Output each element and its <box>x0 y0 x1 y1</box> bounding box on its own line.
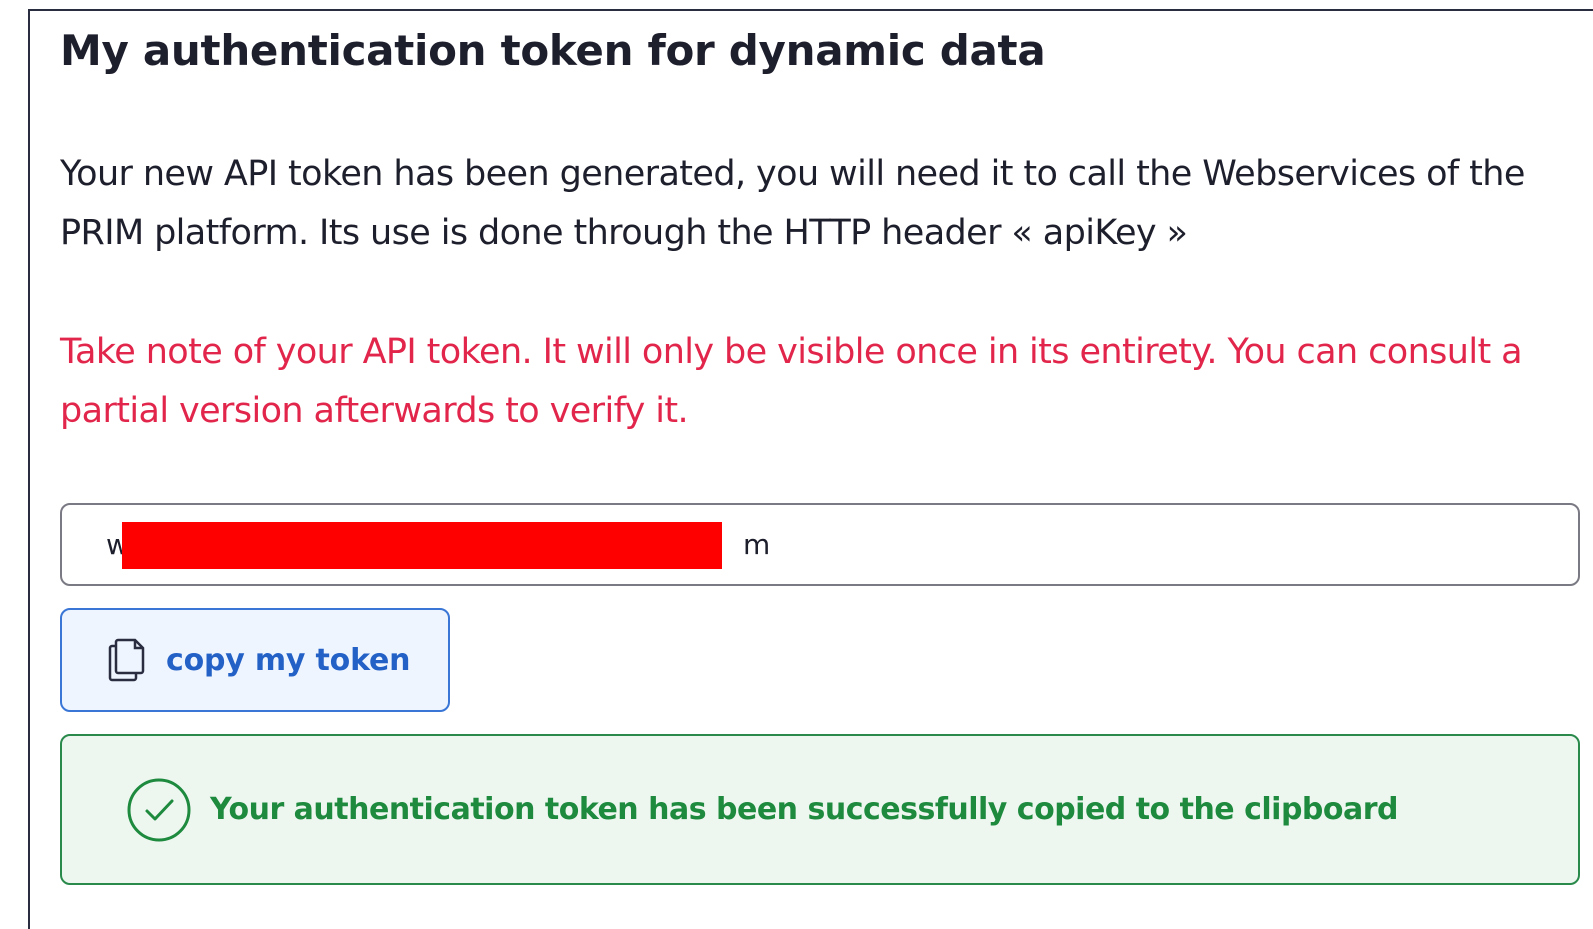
copy-icon <box>108 638 146 682</box>
success-alert: Your authentication token has been succe… <box>60 734 1580 885</box>
page-title: My authentication token for dynamic data <box>60 26 1046 75</box>
check-circle-icon <box>126 777 192 843</box>
copy-token-label: copy my token <box>166 642 411 678</box>
copy-token-button[interactable]: copy my token <box>60 608 450 712</box>
intro-text: Your new API token has been generated, y… <box>60 154 1525 253</box>
success-message: Your authentication token has been succe… <box>210 792 1399 827</box>
warning-text: Take note of your API token. It will onl… <box>60 332 1523 431</box>
redaction-block <box>122 522 722 569</box>
